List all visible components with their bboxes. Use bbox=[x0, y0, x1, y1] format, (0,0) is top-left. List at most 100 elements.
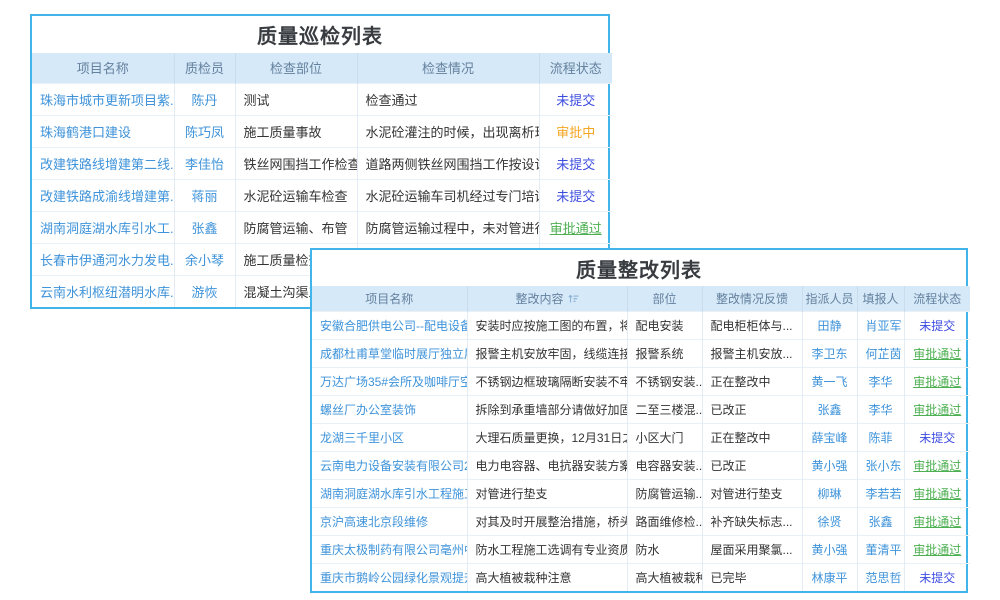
assignee-link[interactable]: 李卫东 bbox=[811, 347, 847, 361]
assignee-link[interactable]: 薛宝峰 bbox=[811, 431, 847, 445]
cell-part: 路面维修检... bbox=[627, 507, 702, 535]
assignee-link[interactable]: 柳琳 bbox=[817, 487, 841, 501]
project-name-link[interactable]: 改建铁路成渝线增建第... bbox=[40, 189, 174, 204]
col-header-label: 项目名称 bbox=[77, 61, 129, 76]
cell-project-name: 重庆太极制药有限公司亳州中... bbox=[312, 535, 467, 563]
project-name-link[interactable]: 改建铁路线增建第二线... bbox=[40, 157, 174, 172]
status-badge[interactable]: 审批通过 bbox=[913, 347, 961, 361]
reporter-link[interactable]: 肖亚军 bbox=[866, 319, 902, 333]
project-name-link[interactable]: 安徽合肥供电公司--配电设备... bbox=[320, 319, 467, 333]
cell-inspection-part: 施工质量事故 bbox=[235, 115, 357, 147]
col-header-flow-status: 流程状态 bbox=[539, 53, 612, 83]
table-row: 改建铁路成渝线增建第...蒋丽水泥砼运输车检查水泥砼运输车司机经过专门培训...… bbox=[32, 179, 612, 211]
project-name-link[interactable]: 京沪高速北京段维修 bbox=[320, 515, 428, 529]
project-name-link[interactable]: 珠海鹤港口建设 bbox=[40, 125, 131, 140]
cell-inspector: 陈丹 bbox=[174, 83, 235, 115]
quality-inspection-title: 质量巡检列表 bbox=[32, 16, 608, 53]
status-badge[interactable]: 审批通过 bbox=[550, 221, 602, 236]
inspector-link[interactable]: 张鑫 bbox=[191, 221, 217, 236]
status-badge[interactable]: 审批通过 bbox=[913, 515, 961, 529]
cell-inspector: 余小琴 bbox=[174, 243, 235, 275]
cell-rectify-feedback: 正在整改中 bbox=[702, 423, 802, 451]
status-badge[interactable]: 审批中 bbox=[556, 125, 595, 140]
cell-inspection-part: 测试 bbox=[235, 83, 357, 115]
reporter-link[interactable]: 李华 bbox=[868, 375, 892, 389]
reporter-link[interactable]: 李若若 bbox=[866, 487, 902, 501]
table-row: 重庆市鹅岭公园绿化景观提升...高大植被栽种注意高大植被栽种已完毕林康平范思哲未… bbox=[312, 563, 970, 591]
status-badge[interactable]: 审批通过 bbox=[913, 403, 961, 417]
reporter-link[interactable]: 范思哲 bbox=[866, 571, 902, 585]
inspector-link[interactable]: 李佳怡 bbox=[185, 157, 224, 172]
cell-part: 高大植被栽种 bbox=[627, 563, 702, 591]
cell-reporter: 李华 bbox=[857, 395, 904, 423]
reporter-link[interactable]: 何芷茵 bbox=[866, 347, 902, 361]
status-badge[interactable]: 审批通过 bbox=[913, 375, 961, 389]
col-header-project-name: 项目名称 bbox=[312, 286, 467, 311]
project-name-link[interactable]: 云南电力设备安装有限公司20... bbox=[320, 459, 467, 473]
assignee-link[interactable]: 黄一飞 bbox=[811, 375, 847, 389]
reporter-link[interactable]: 李华 bbox=[868, 403, 892, 417]
status-badge[interactable]: 未提交 bbox=[919, 571, 955, 585]
inspector-link[interactable]: 陈丹 bbox=[191, 93, 217, 108]
quality-rectify-title: 质量整改列表 bbox=[312, 250, 966, 286]
project-name-link[interactable]: 重庆市鹅岭公园绿化景观提升... bbox=[320, 571, 467, 585]
status-badge[interactable]: 未提交 bbox=[556, 157, 595, 172]
reporter-link[interactable]: 董清平 bbox=[866, 543, 902, 557]
cell-rectify-content: 防水工程施工选调有专业资质... bbox=[467, 535, 627, 563]
table-row: 湖南洞庭湖水库引水工...张鑫防腐管运输、布管防腐管运输过程中，未对管进行...… bbox=[32, 211, 612, 243]
reporter-link[interactable]: 张鑫 bbox=[868, 515, 892, 529]
status-badge[interactable]: 未提交 bbox=[919, 319, 955, 333]
project-name-link[interactable]: 湖南洞庭湖水库引水工程施工标 bbox=[320, 487, 467, 501]
inspector-link[interactable]: 游恢 bbox=[191, 285, 217, 300]
cell-inspector: 游恢 bbox=[174, 275, 235, 307]
assignee-link[interactable]: 林康平 bbox=[811, 571, 847, 585]
cell-reporter: 张鑫 bbox=[857, 507, 904, 535]
assignee-link[interactable]: 黄小强 bbox=[811, 459, 847, 473]
inspector-link[interactable]: 蒋丽 bbox=[191, 189, 217, 204]
cell-rectify-feedback: 对管进行垫支 bbox=[702, 479, 802, 507]
status-badge[interactable]: 未提交 bbox=[919, 431, 955, 445]
project-name-link[interactable]: 长春市伊通河水力发电... bbox=[40, 253, 174, 268]
cell-rectify-content: 高大植被栽种注意 bbox=[467, 563, 627, 591]
project-name-link[interactable]: 云南水利枢纽潜明水库... bbox=[40, 285, 174, 300]
project-name-link[interactable]: 湖南洞庭湖水库引水工... bbox=[40, 221, 174, 236]
reporter-link[interactable]: 张小东 bbox=[866, 459, 902, 473]
project-name-link[interactable]: 龙湖三千里小区 bbox=[320, 431, 404, 445]
col-header-rectify-content[interactable]: 整改内容 bbox=[467, 286, 627, 311]
col-header-label: 指派人员 bbox=[805, 292, 853, 306]
cell-rectify-content: 电力电容器、电抗器安装方案,... bbox=[467, 451, 627, 479]
status-badge[interactable]: 审批通过 bbox=[913, 487, 961, 501]
cell-flow-status: 未提交 bbox=[539, 179, 612, 211]
project-name-link[interactable]: 重庆太极制药有限公司亳州中... bbox=[320, 543, 467, 557]
sort-icon bbox=[568, 293, 579, 304]
cell-project-name: 龙湖三千里小区 bbox=[312, 423, 467, 451]
cell-rectify-feedback: 报警主机安放... bbox=[702, 339, 802, 367]
inspector-link[interactable]: 余小琴 bbox=[185, 253, 224, 268]
status-badge[interactable]: 审批通过 bbox=[913, 543, 961, 557]
reporter-link[interactable]: 陈菲 bbox=[868, 431, 892, 445]
project-name-link[interactable]: 成都杜甫草堂临时展厅独立展... bbox=[320, 347, 467, 361]
assignee-link[interactable]: 田静 bbox=[817, 319, 841, 333]
status-badge[interactable]: 未提交 bbox=[556, 189, 595, 204]
cell-part: 防水 bbox=[627, 535, 702, 563]
cell-project-name: 珠海市城市更新项目紫... bbox=[32, 83, 174, 115]
assignee-link[interactable]: 徐贤 bbox=[817, 515, 841, 529]
cell-rectify-content: 报警主机安放牢固，线缆连接... bbox=[467, 339, 627, 367]
status-badge[interactable]: 审批通过 bbox=[913, 459, 961, 473]
cell-assignee: 田静 bbox=[802, 311, 857, 339]
status-badge[interactable]: 未提交 bbox=[556, 93, 595, 108]
col-header-inspection-part: 检查部位 bbox=[235, 53, 357, 83]
cell-reporter: 董清平 bbox=[857, 535, 904, 563]
quality-rectify-table: 项目名称整改内容部位整改情况反馈指派人员填报人流程状态安徽合肥供电公司--配电设… bbox=[312, 286, 970, 591]
cell-inspector: 张鑫 bbox=[174, 211, 235, 243]
cell-part: 防腐管运输... bbox=[627, 479, 702, 507]
assignee-link[interactable]: 张鑫 bbox=[817, 403, 841, 417]
assignee-link[interactable]: 黄小强 bbox=[811, 543, 847, 557]
inspector-link[interactable]: 陈巧凤 bbox=[185, 125, 224, 140]
cell-assignee: 黄小强 bbox=[802, 451, 857, 479]
table-row: 重庆太极制药有限公司亳州中...防水工程施工选调有专业资质...防水屋面采用聚氯… bbox=[312, 535, 970, 563]
project-name-link[interactable]: 珠海市城市更新项目紫... bbox=[40, 93, 174, 108]
project-name-link[interactable]: 万达广场35#会所及咖啡厅空... bbox=[320, 375, 467, 389]
cell-rectify-feedback: 已改正 bbox=[702, 451, 802, 479]
project-name-link[interactable]: 螺丝厂办公室装饰 bbox=[320, 403, 416, 417]
